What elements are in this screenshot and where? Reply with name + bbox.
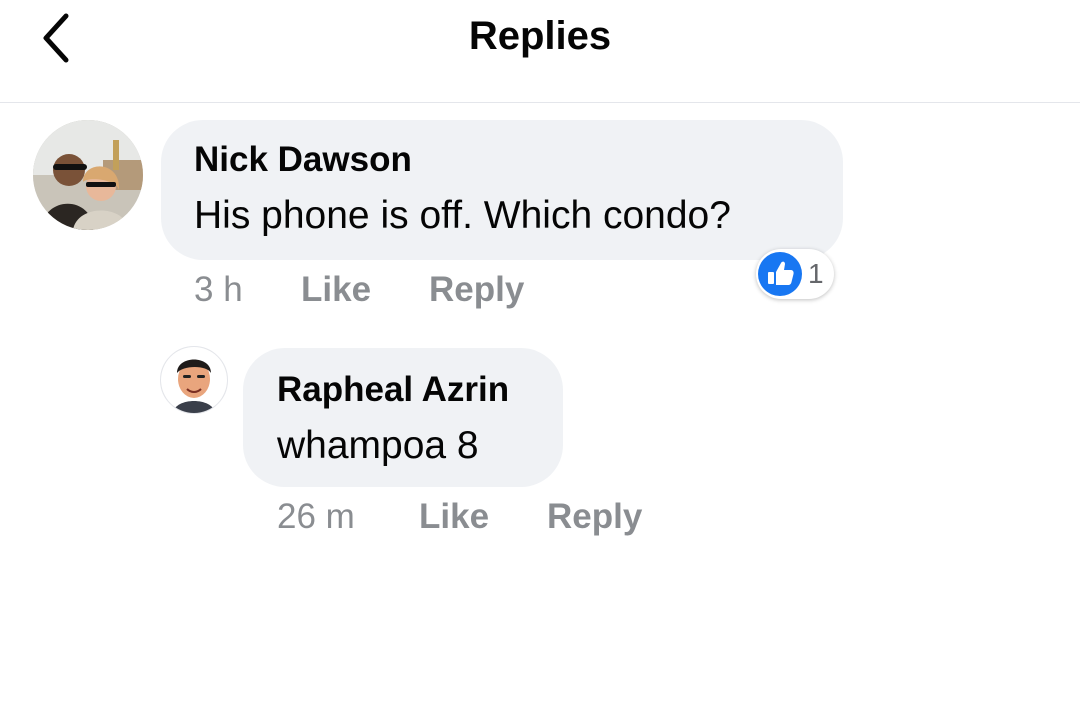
comment-time: 26 m (277, 497, 355, 536)
avatar[interactable] (160, 346, 228, 414)
avatar-cartoon (161, 347, 227, 413)
comment-bubble[interactable]: Nick Dawson His phone is off. Which cond… (161, 120, 843, 260)
reply-button[interactable]: Reply (429, 270, 524, 310)
like-button[interactable]: Like (419, 497, 489, 537)
comment-bubble[interactable]: Rapheal Azrin whampoa 8 (243, 348, 563, 487)
reaction-summary[interactable]: 1 (756, 249, 834, 299)
comment-author[interactable]: Nick Dawson (194, 140, 412, 180)
reaction-count: 1 (808, 258, 824, 289)
avatar-photo (33, 120, 143, 230)
header: Replies (0, 0, 1080, 103)
like-button[interactable]: Like (301, 270, 371, 310)
comment-author[interactable]: Rapheal Azrin (277, 370, 509, 410)
comment-time: 3 h (194, 270, 243, 309)
comment-text: whampoa 8 (277, 424, 479, 467)
thumbs-up-icon (758, 252, 802, 296)
avatar[interactable] (33, 120, 143, 230)
reply-button[interactable]: Reply (547, 497, 642, 537)
comment-text: His phone is off. Which condo? (194, 194, 731, 237)
page-title: Replies (468, 14, 612, 58)
